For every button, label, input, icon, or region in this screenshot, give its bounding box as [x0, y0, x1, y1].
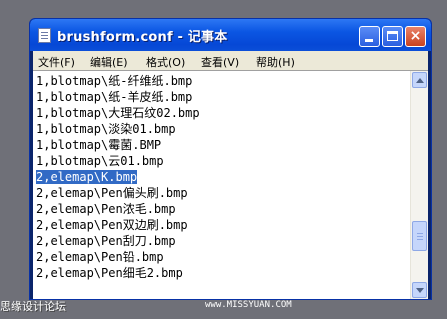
- scroll-up-button[interactable]: [412, 72, 427, 88]
- watermark-forum: 思缘设计论坛: [0, 300, 66, 313]
- text-line-content: 2,elemap\Pen双边刷.bmp: [36, 218, 188, 232]
- notepad-window: brushform.conf - 记事本 × 文件(F) 编辑(E) 格式(O)…: [29, 18, 432, 300]
- text-line-content: 2,elemap\K.bmp: [36, 170, 138, 184]
- minimize-button[interactable]: [359, 26, 380, 47]
- title-bar[interactable]: brushform.conf - 记事本 ×: [30, 19, 431, 51]
- text-line[interactable]: 1,blotmap\云01.bmp: [36, 153, 200, 169]
- text-content[interactable]: 1,blotmap\纸-纤维纸.bmp 1,blotmap\纸-羊皮纸.bmp 1,…: [36, 73, 200, 281]
- text-line[interactable]: 1,blotmap\纸-羊皮纸.bmp: [36, 89, 200, 105]
- maximize-icon: [387, 31, 398, 41]
- vertical-scrollbar[interactable]: [410, 71, 428, 299]
- text-line[interactable]: 2,elemap\Pen浓毛.bmp: [36, 201, 200, 217]
- text-editor[interactable]: 1,blotmap\纸-纤维纸.bmp 1,blotmap\纸-羊皮纸.bmp 1,…: [33, 70, 428, 299]
- watermark-url: www.MISSYUAN.COM: [205, 300, 292, 310]
- chevron-up-icon: [416, 78, 424, 83]
- menu-help[interactable]: 帮助(H): [256, 54, 295, 70]
- notepad-icon: [38, 28, 51, 43]
- menu-bar: 文件(F) 编辑(E) 格式(O) 查看(V) 帮助(H): [33, 51, 428, 70]
- close-icon: ×: [409, 28, 422, 44]
- text-line-content: 1,blotmap\霉菌.BMP: [36, 138, 162, 152]
- menu-edit[interactable]: 编辑(E): [90, 54, 128, 70]
- text-line[interactable]: 2,elemap\Pen双边刷.bmp: [36, 217, 200, 233]
- text-line-content: 2,elemap\Pen细毛2.bmp: [36, 266, 183, 280]
- text-line[interactable]: 2,elemap\Pen刮刀.bmp: [36, 233, 200, 249]
- text-line-content: 1,blotmap\大理石纹02.bmp: [36, 106, 200, 120]
- text-line-content: 2,elemap\Pen刮刀.bmp: [36, 234, 176, 248]
- menu-format[interactable]: 格式(O): [146, 54, 185, 70]
- text-line-content: 1,blotmap\纸-羊皮纸.bmp: [36, 90, 193, 104]
- maximize-button[interactable]: [382, 26, 403, 47]
- minimize-icon: [365, 39, 373, 42]
- menu-file[interactable]: 文件(F): [38, 54, 75, 70]
- text-line[interactable]: 2,elemap\Pen偏头刷.bmp: [36, 185, 200, 201]
- text-line-content: 2,elemap\Pen浓毛.bmp: [36, 202, 176, 216]
- grip-line: [417, 239, 423, 240]
- window-title: brushform.conf - 记事本: [57, 30, 228, 45]
- selected-text-line[interactable]: 2,elemap\K.bmp: [36, 169, 200, 185]
- text-line-content: 2,elemap\Pen铅.bmp: [36, 250, 164, 264]
- text-line[interactable]: 1,blotmap\纸-纤维纸.bmp: [36, 73, 200, 89]
- chevron-down-icon: [416, 288, 424, 293]
- text-line-content: 1,blotmap\纸-纤维纸.bmp: [36, 74, 193, 88]
- scroll-thumb[interactable]: [412, 221, 427, 251]
- text-line-content: 1,blotmap\淡染01.bmp: [36, 122, 176, 136]
- grip-line: [417, 236, 423, 237]
- text-line-content: 1,blotmap\云01.bmp: [36, 154, 164, 168]
- close-button[interactable]: ×: [405, 26, 426, 47]
- text-line[interactable]: 1,blotmap\大理石纹02.bmp: [36, 105, 200, 121]
- text-line[interactable]: 2,elemap\Pen铅.bmp: [36, 249, 200, 265]
- text-line[interactable]: 1,blotmap\淡染01.bmp: [36, 121, 200, 137]
- text-line-content: 2,elemap\Pen偏头刷.bmp: [36, 186, 188, 200]
- scroll-down-button[interactable]: [412, 282, 427, 298]
- grip-line: [417, 233, 423, 234]
- text-line[interactable]: 1,blotmap\霉菌.BMP: [36, 137, 200, 153]
- menu-view[interactable]: 查看(V): [201, 54, 239, 70]
- text-line[interactable]: 2,elemap\Pen细毛2.bmp: [36, 265, 200, 281]
